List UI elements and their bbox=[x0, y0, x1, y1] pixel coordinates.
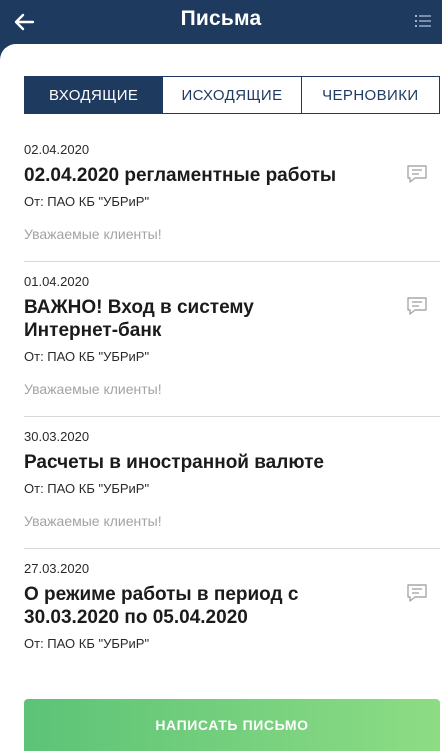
message-item[interactable]: 30.03.2020 Расчеты в иностранной валюте … bbox=[24, 417, 440, 549]
message-list: 02.04.2020 02.04.2020 регламентные работ… bbox=[0, 130, 442, 653]
message-item[interactable]: 27.03.2020 О режиме работы в период с 30… bbox=[24, 549, 440, 653]
message-preview: Уважаемые клиенты! bbox=[24, 381, 162, 397]
folder-tabs: ВХОДЯЩИЕ ИСХОДЯЩИЕ ЧЕРНОВИКИ bbox=[24, 76, 440, 114]
message-icon bbox=[407, 165, 427, 183]
message-date: 01.04.2020 bbox=[24, 274, 90, 289]
message-subject: ВАЖНО! Вход в систему Интернет-банк bbox=[24, 297, 254, 341]
message-preview: Уважаемые клиенты! bbox=[24, 513, 162, 529]
message-subject: 02.04.2020 регламентные работы bbox=[24, 165, 337, 186]
tab-drafts[interactable]: ЧЕРНОВИКИ bbox=[300, 77, 439, 113]
message-date: 30.03.2020 bbox=[24, 429, 90, 444]
compose-letter-button[interactable]: НАПИСАТЬ ПИСЬМО bbox=[24, 699, 440, 751]
menu-button[interactable] bbox=[412, 10, 434, 32]
content-sheet: ВХОДЯЩИЕ ИСХОДЯЩИЕ ЧЕРНОВИКИ 02.04.2020 … bbox=[0, 44, 442, 751]
tab-inbox[interactable]: ВХОДЯЩИЕ bbox=[25, 77, 163, 113]
message-icon bbox=[407, 584, 427, 602]
tab-outbox[interactable]: ИСХОДЯЩИЕ bbox=[162, 77, 301, 113]
message-sender: От: ПАО КБ "УБРиР" bbox=[24, 349, 150, 364]
list-icon bbox=[415, 15, 431, 27]
message-subject: О режиме работы в период с 30.03.2020 по… bbox=[24, 584, 299, 628]
message-date: 02.04.2020 bbox=[24, 142, 90, 157]
message-icon bbox=[407, 297, 427, 315]
message-subject: Расчеты в иностранной валюте bbox=[24, 452, 324, 473]
message-preview: Уважаемые клиенты! bbox=[24, 226, 162, 242]
page-title: Письма bbox=[180, 7, 262, 30]
message-date: 27.03.2020 bbox=[24, 561, 90, 576]
message-sender: От: ПАО КБ "УБРиР" bbox=[24, 636, 150, 651]
message-sender: От: ПАО КБ "УБРиР" bbox=[24, 194, 150, 209]
message-sender: От: ПАО КБ "УБРиР" bbox=[24, 481, 150, 496]
message-item[interactable]: 01.04.2020 ВАЖНО! Вход в систему Интерне… bbox=[24, 262, 440, 417]
message-item[interactable]: 02.04.2020 02.04.2020 регламентные работ… bbox=[24, 130, 440, 262]
